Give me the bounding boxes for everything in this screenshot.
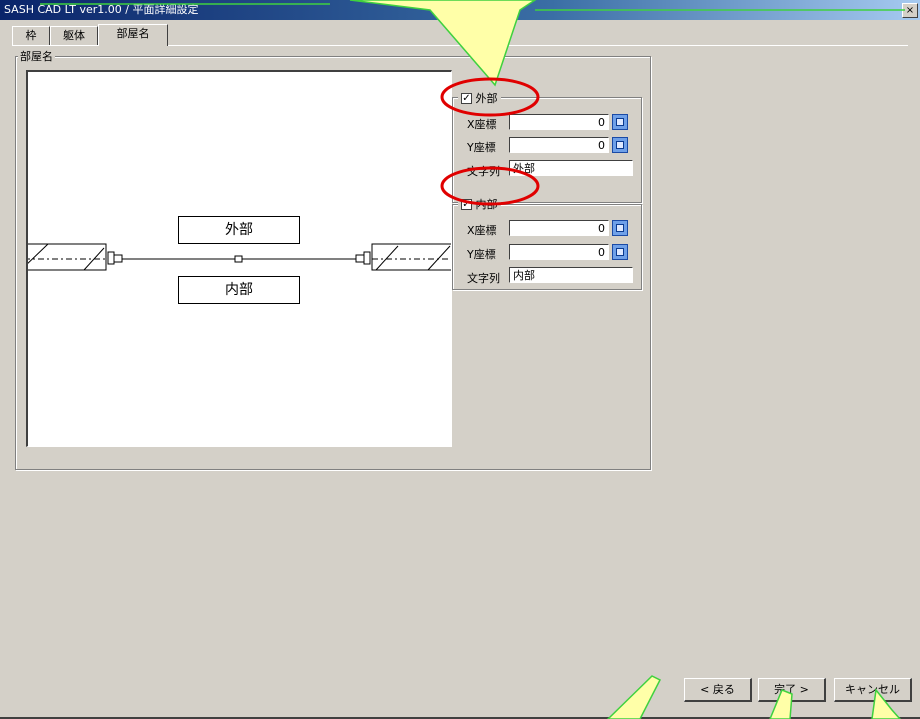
left-frame [107,251,115,265]
outer-text-label: 文字列 [467,165,500,178]
inner-checkbox-label: 内部 [475,198,498,211]
preview-drawing [28,243,451,271]
calculator-icon[interactable] [612,244,628,260]
tab-frame[interactable]: 枠 [12,26,50,45]
right-frame-profile [355,254,365,263]
preview-outer-label: 外部 [178,216,300,244]
close-icon[interactable]: × [902,3,918,18]
window-title: SASH CAD LT ver1.00 / 平面詳細設定 [4,3,199,16]
inner-checkbox[interactable]: ✓ [461,198,472,210]
outer-group-header: ✓ 外部 [458,90,501,106]
tab-structure-label: 躯体 [63,29,85,42]
right-wall [371,243,451,271]
finish-button[interactable]: 完了 > [758,678,826,702]
right-frame [363,251,371,265]
inner-text-label: 文字列 [467,272,500,285]
calculator-icon[interactable] [612,114,628,130]
left-frame-profile [113,254,123,263]
inner-text-input[interactable]: 内部 [509,267,633,283]
outer-x-label: X座標 [467,118,497,131]
tab-structure[interactable]: 躯体 [50,26,98,45]
outer-x-input[interactable]: 0 [509,114,609,130]
inner-y-input[interactable]: 0 [509,244,609,260]
outer-y-input[interactable]: 0 [509,137,609,153]
cancel-button[interactable]: キャンセル [834,678,912,702]
center-marker [234,255,243,263]
back-button[interactable]: < 戻る [684,678,752,702]
preview-canvas: 外部 内部 [26,70,452,447]
title-bar: SASH CAD LT ver1.00 / 平面詳細設定 × [0,0,920,20]
inner-x-label: X座標 [467,224,497,237]
tab-room-name[interactable]: 部屋名 [98,24,168,46]
outer-y-label: Y座標 [467,141,496,154]
room-name-group-title: 部屋名 [18,48,55,64]
calculator-icon[interactable] [612,220,628,236]
calculator-icon[interactable] [612,137,628,153]
tab-frame-label: 枠 [25,29,37,42]
outer-checkbox[interactable]: ✓ [461,92,472,104]
inner-group-header: ✓ 内部 [458,196,501,212]
inner-y-label: Y座標 [467,248,496,261]
tab-room-name-label: 部屋名 [116,27,150,40]
outer-text-input[interactable]: 外部 [509,160,633,176]
preview-inner-label: 内部 [178,276,300,304]
outer-checkbox-label: 外部 [475,92,498,105]
inner-x-input[interactable]: 0 [509,220,609,236]
back-callout [606,675,662,719]
left-wall [28,243,107,271]
